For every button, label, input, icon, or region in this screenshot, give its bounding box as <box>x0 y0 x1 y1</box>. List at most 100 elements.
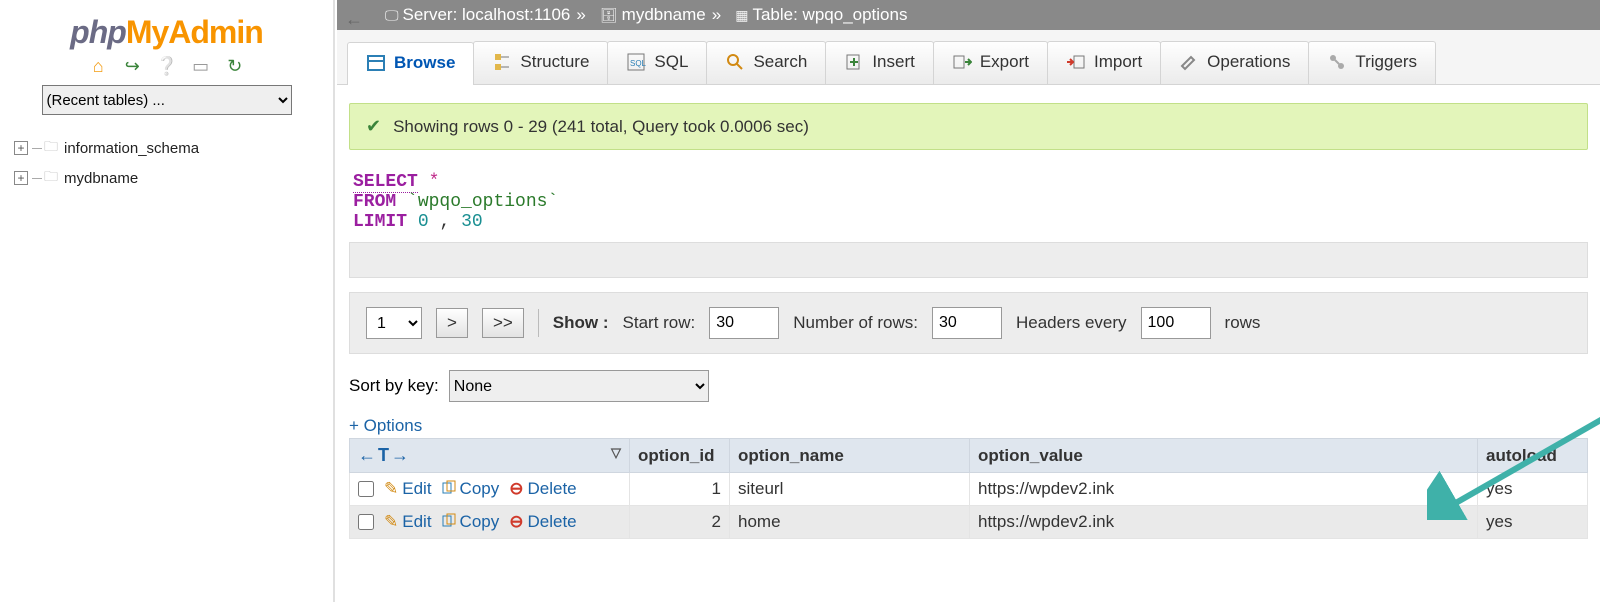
delete-row-link[interactable]: Delete <box>509 479 576 499</box>
table-icon: ▦ <box>735 0 748 30</box>
column-header-option-name[interactable]: option_name <box>730 439 970 473</box>
server-icon: 🖵 <box>385 0 399 30</box>
main: ← 🖵 Server: localhost:1106 » 🗄 mydbname … <box>337 0 1600 602</box>
breadcrumb: ← 🖵 Server: localhost:1106 » 🗄 mydbname … <box>337 0 1600 30</box>
copy-row-link[interactable]: Copy <box>442 512 500 532</box>
db-tree: + 🗀 information_schema + 🗀 mydbname <box>0 133 333 193</box>
options-toggle[interactable]: + Options <box>349 416 1588 436</box>
collapse-nav-icon[interactable]: ← <box>345 4 367 26</box>
next-page-button[interactable]: > <box>436 308 468 338</box>
last-page-button[interactable]: >> <box>482 308 524 338</box>
tab-search[interactable]: Search <box>706 41 826 84</box>
edit-row-link[interactable]: Edit <box>384 479 432 499</box>
sort-indicator-icon[interactable]: ▽ <box>611 445 621 461</box>
triggers-icon <box>1327 52 1347 72</box>
import-icon <box>1066 52 1086 72</box>
start-row-label: Start row: <box>623 313 696 333</box>
table-row: Edit Copy Delete 1 siteurl https://wpdev… <box>350 473 1588 506</box>
notice-text: Showing rows 0 - 29 (241 total, Query to… <box>393 117 809 137</box>
sort-key-select[interactable]: None <box>449 370 709 402</box>
headers-every-input[interactable] <box>1141 307 1211 339</box>
db-item-information-schema[interactable]: + 🗀 information_schema <box>14 133 333 163</box>
database-icon: 🗄 <box>600 0 618 30</box>
db-item-mydbname[interactable]: + 🗀 mydbname <box>14 163 333 193</box>
browse-icon <box>366 53 386 73</box>
tab-import[interactable]: Import <box>1047 41 1161 84</box>
tab-structure[interactable]: Structure <box>473 41 608 84</box>
expand-icon[interactable]: + <box>14 171 28 185</box>
logo: phpMyAdmin <box>0 14 333 51</box>
tab-triggers[interactable]: Triggers <box>1308 41 1436 84</box>
query-link-bar <box>349 242 1588 278</box>
breadcrumb-separator: » <box>712 0 721 30</box>
cell-autoload: yes <box>1478 473 1588 506</box>
sql-window-icon[interactable]: ▭ <box>190 55 212 77</box>
tab-browse[interactable]: Browse <box>347 42 474 85</box>
breadcrumb-separator: » <box>576 0 585 30</box>
tab-sql[interactable]: SQL SQL <box>607 41 707 84</box>
copy-icon <box>442 513 456 527</box>
divider <box>538 309 539 337</box>
tab-label: Browse <box>394 53 455 73</box>
tab-label: Structure <box>520 52 589 72</box>
insert-icon <box>844 52 864 72</box>
tab-operations[interactable]: Operations <box>1160 41 1309 84</box>
num-rows-input[interactable] <box>932 307 1002 339</box>
row-checkbox[interactable] <box>358 481 374 497</box>
breadcrumb-db[interactable]: mydbname <box>622 0 706 30</box>
logo-php: php <box>70 14 126 50</box>
cell-option-name: siteurl <box>730 473 970 506</box>
tab-label: Search <box>753 52 807 72</box>
column-header-option-id[interactable]: option_id <box>630 439 730 473</box>
sql-keyword: FROM <box>353 192 396 212</box>
sort-by-key-row: Sort by key: None <box>349 370 1588 402</box>
reload-icon[interactable]: ↻ <box>224 55 246 77</box>
success-notice: ✔ Showing rows 0 - 29 (241 total, Query … <box>349 103 1588 150</box>
sql-keyword: SELECT <box>353 172 418 193</box>
edit-row-link[interactable]: Edit <box>384 512 432 532</box>
logo-my: My <box>126 14 168 50</box>
tab-label: Insert <box>872 52 915 72</box>
expand-icon[interactable]: + <box>14 141 28 155</box>
tab-label: Operations <box>1207 52 1290 72</box>
home-icon[interactable]: ⌂ <box>87 55 109 77</box>
sort-label: Sort by key: <box>349 376 439 396</box>
structure-icon <box>492 52 512 72</box>
database-icon: 🗀 <box>44 136 58 160</box>
column-arrows[interactable]: ←T→ <box>358 445 411 465</box>
column-header-autoload[interactable]: autoload <box>1478 439 1588 473</box>
copy-icon <box>442 480 456 494</box>
sql-number: 0 <box>418 212 429 232</box>
sidebar-top-icons: ⌂ ↪ ❔ ▭ ↻ <box>0 55 333 77</box>
cell-option-value: https://wpdev2.ink <box>970 473 1478 506</box>
breadcrumb-table[interactable]: Table: wpqo_options <box>752 0 907 30</box>
tab-label: SQL <box>654 52 688 72</box>
recent-tables-select[interactable]: (Recent tables) ... <box>42 85 292 115</box>
column-header-option-value[interactable]: option_value <box>970 439 1478 473</box>
start-row-input[interactable] <box>709 307 779 339</box>
logo-admin: Admin <box>168 14 263 50</box>
breadcrumb-server[interactable]: Server: localhost:1106 <box>403 0 571 30</box>
cell-option-value: https://wpdev2.ink <box>970 506 1478 539</box>
results-table: ←T→ ▽ option_id option_name option_value… <box>349 438 1588 539</box>
rows-label: rows <box>1225 313 1261 333</box>
delete-row-link[interactable]: Delete <box>509 512 576 532</box>
show-label: Show : <box>553 313 609 333</box>
tabs: Browse Structure SQL SQL Search Insert E… <box>337 30 1600 85</box>
logout-icon[interactable]: ↪ <box>121 55 143 77</box>
sql-number: 30 <box>461 212 483 232</box>
pagination-bar: 1 > >> Show : Start row: Number of rows:… <box>349 292 1588 354</box>
row-checkbox[interactable] <box>358 514 374 530</box>
tab-insert[interactable]: Insert <box>825 41 934 84</box>
copy-row-link[interactable]: Copy <box>442 479 500 499</box>
tab-export[interactable]: Export <box>933 41 1048 84</box>
db-label: mydbname <box>64 170 138 187</box>
export-icon <box>952 52 972 72</box>
cell-option-id: 2 <box>630 506 730 539</box>
help-icon[interactable]: ❔ <box>156 55 178 77</box>
operations-icon <box>1179 52 1199 72</box>
headers-every-label: Headers every <box>1016 313 1127 333</box>
tab-label: Import <box>1094 52 1142 72</box>
sql-query-display: SELECT * FROM `wpqo_options` LIMIT 0 , 3… <box>349 164 1588 240</box>
page-select[interactable]: 1 <box>366 307 422 339</box>
